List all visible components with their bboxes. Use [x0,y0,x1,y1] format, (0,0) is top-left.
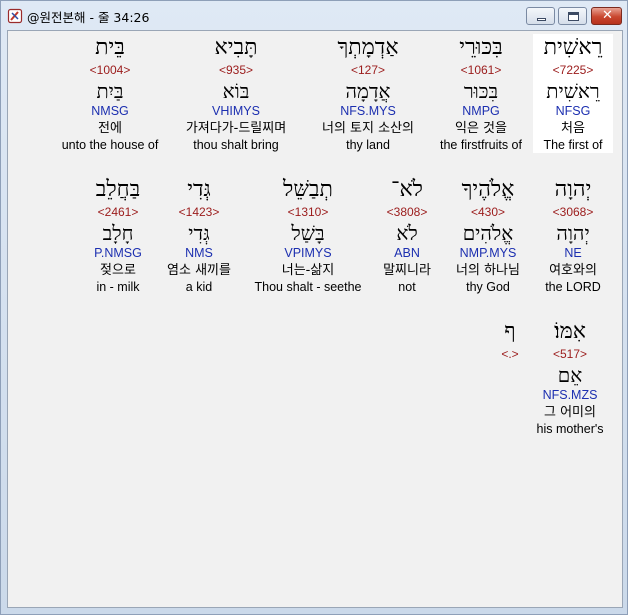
word-cell[interactable]: אִמּוֹ׃ <517> אֵם NFS.MZS 그 어미의 his moth… [530,318,610,437]
strong-number[interactable]: <935> [172,62,300,78]
korean-gloss: 익은 것을 [455,121,507,136]
hebrew-lemma: אֵם [557,363,583,387]
english-gloss: the LORD [545,280,601,294]
strong-number[interactable]: <1423> [156,204,242,220]
hebrew-lemma: לֹא [396,221,418,245]
hebrew-word: לֹא־ [391,177,423,202]
korean-gloss: 그 어미의 [544,405,596,420]
english-gloss: in - milk [96,280,140,294]
hebrew-word: תָּבִיא [214,35,258,60]
strong-number[interactable]: <1061> [434,62,528,78]
word-cell[interactable]: בֵּית <1004> בַּיִת NMSG 전에 unto the hou… [56,34,164,153]
english-gloss: his mother's [536,422,604,436]
strong-number[interactable]: <1004> [56,62,164,78]
hebrew-word: רֵאשִׁית [543,35,603,60]
hebrew-lemma: בָּשַׁל [291,221,325,245]
morphology-code: VHIMYS [212,104,260,118]
english-gloss: thy God [466,280,510,294]
korean-gloss: 너는-삶지 [281,263,335,278]
morphology-code: NFS.MYS [340,104,396,118]
morphology-code: VPIMYS [284,246,332,260]
hebrew-word: תְבַשֵּׁל [283,177,333,202]
hebrew-word: אַדְמָתְךָ [337,35,399,60]
hebrew-word: יְהוָה [554,177,592,202]
hebrew-word: אִמּוֹ׃ [554,319,586,344]
korean-gloss: 처음 [561,121,585,136]
korean-gloss: 염소 새끼를 [167,263,231,278]
hebrew-lemma: חָלָב [102,221,134,245]
window-title: @원전본해 - 줄 34:26 [27,10,150,25]
hebrew-word: גְּדִי [187,177,211,202]
word-cell[interactable]: אַדְמָתְךָ <127> אֲדָמָה NFS.MYS 너의 토지 소… [306,34,430,153]
hebrew-lemma: רֵאשִׁית [546,79,600,103]
morphology-code: NMSG [91,104,129,118]
word-cell[interactable]: גְּדִי <1423> גְּדִי NMS 염소 새끼를 a kid [156,176,242,295]
strong-number[interactable]: <2461> [84,204,152,220]
strong-number[interactable]: <3068> [536,204,610,220]
word-cell[interactable]: רֵאשִׁית <7225> רֵאשִׁית NFSG 처음 The fir… [533,34,613,153]
hebrew-lemma: בּוֹא [222,79,250,103]
maximize-button[interactable] [558,7,587,25]
word-cell[interactable]: תָּבִיא <935> בּוֹא VHIMYS 가져다가-드릴찌며 tho… [172,34,300,153]
hebrew-lemma: יְהוָה [556,221,590,245]
korean-gloss: 가져다가-드릴찌며 [185,121,287,136]
english-gloss: thy land [346,138,390,152]
morphology-code: NFS.MZS [542,388,598,402]
english-gloss: the firstfruits of [440,138,522,152]
close-icon: ✕ [602,8,613,23]
minimize-button[interactable] [526,7,555,25]
word-cell[interactable]: בִּכּוּרֵי <1061> בִּכּוּר NMPG 익은 것을 th… [434,34,528,153]
maximize-icon [568,12,579,21]
morphology-code: NMP.MYS [459,246,517,260]
english-gloss: not [398,280,416,294]
korean-gloss: 전에 [98,121,122,136]
word-cell[interactable]: ף <.> [490,318,530,362]
word-cell[interactable]: אֱלֹהֶיךָ <430> אֱלֹהִים NMP.MYS 너의 하나님 … [444,176,532,295]
strong-number[interactable]: <3808> [374,204,440,220]
morphology-code: NMS [185,246,213,260]
korean-gloss: 너의 토지 소산의 [322,121,414,136]
interlinear-view[interactable]: רֵאשִׁית <7225> רֵאשִׁית NFSG 처음 The fir… [7,30,623,608]
minimize-icon [537,18,546,21]
strong-number[interactable]: <127> [306,62,430,78]
hebrew-word: בִּכּוּרֵי [459,35,503,60]
hebrew-lemma: גְּדִי [188,221,210,245]
close-button[interactable]: ✕ [591,7,622,25]
morphology-code: P.NMSG [94,246,142,260]
hebrew-lemma: בִּכּוּר [463,79,499,103]
english-gloss: Thou shalt - seethe [254,280,362,294]
morphology-code: NMPG [462,104,500,118]
bible-app-icon[interactable] [7,8,23,24]
word-cell[interactable]: לֹא־ <3808> לֹא ABN 말찌니라 not [374,176,440,295]
hebrew-word: בַּחֲלֵב [95,177,141,202]
hebrew-lemma: אֲדָמָה [345,79,391,103]
korean-gloss: 말찌니라 [383,263,431,278]
hebrew-lemma: אֱלֹהִים [462,221,514,245]
strong-number[interactable]: <1310> [246,204,370,220]
word-cell[interactable]: תְבַשֵּׁל <1310> בָּשַׁל VPIMYS 너는-삶지 Th… [246,176,370,295]
morphology-code: NE [564,246,582,260]
english-gloss: a kid [185,280,213,294]
title-bar[interactable]: @원전본해 - 줄 34:26 ✕ [1,1,627,31]
hebrew-word: בֵּית [95,35,125,60]
english-gloss: unto the house of [61,138,159,152]
word-cell[interactable]: יְהוָה <3068> יְהוָה NE 여호와의 the LORD [536,176,610,295]
strong-number[interactable]: <517> [530,346,610,362]
english-gloss: thou shalt bring [193,138,279,152]
strong-number[interactable]: <430> [444,204,532,220]
korean-gloss: 너의 하나님 [456,263,520,278]
hebrew-word: ף [504,319,516,344]
strong-number[interactable]: <.> [490,346,530,362]
korean-gloss: 젖으로 [100,263,136,278]
hebrew-word: אֱלֹהֶיךָ [461,177,515,202]
strong-number[interactable]: <7225> [533,62,613,78]
app-window: @원전본해 - 줄 34:26 ✕ רֵאשִׁית <7225> רֵאשִׁ… [0,0,628,615]
hebrew-lemma: בַּיִת [96,79,124,103]
korean-gloss: 여호와의 [549,263,597,278]
morphology-code: ABN [394,246,420,260]
english-gloss: The first of [543,138,603,152]
word-cell[interactable]: בַּחֲלֵב <2461> חָלָב P.NMSG 젖으로 in - mi… [84,176,152,295]
morphology-code: NFSG [555,104,591,118]
